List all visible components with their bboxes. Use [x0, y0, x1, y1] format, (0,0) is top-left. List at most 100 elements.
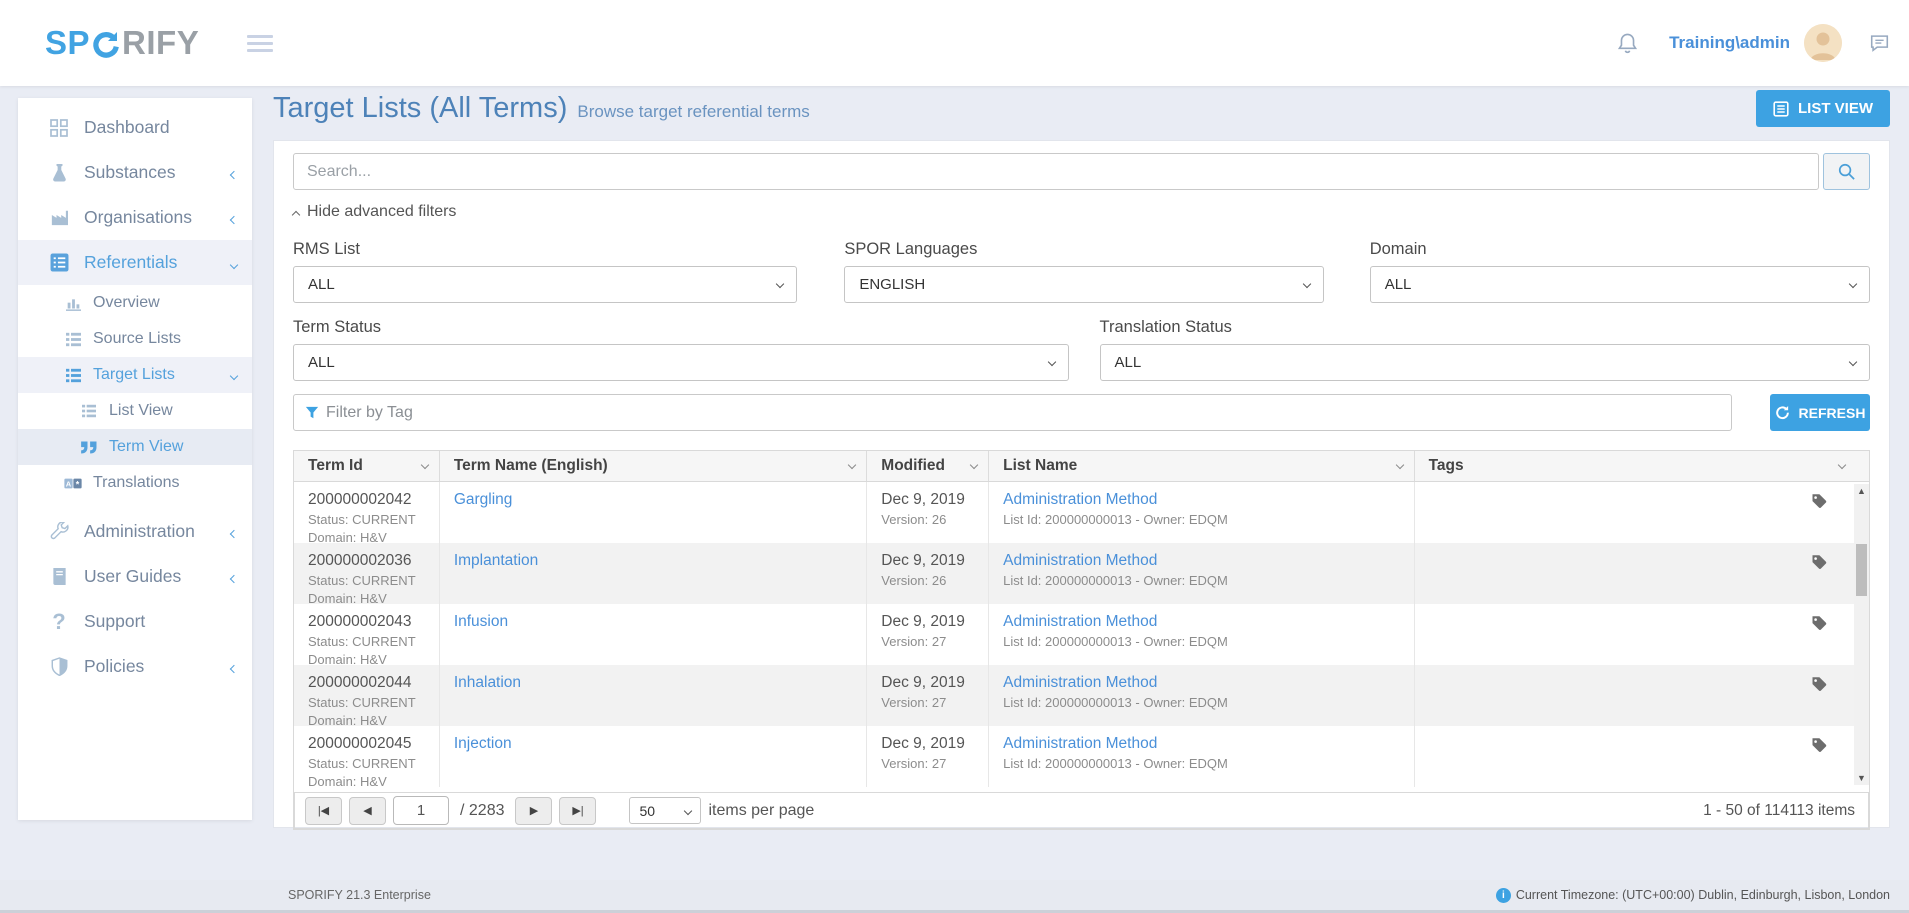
next-page-button[interactable]: ▶ [515, 797, 552, 825]
scroll-up-arrow[interactable]: ▲ [1854, 484, 1869, 498]
modified-date: Dec 9, 2019 [881, 491, 988, 509]
list-name-link[interactable]: Administration Method [1003, 552, 1157, 569]
first-page-button[interactable]: |◀ [305, 797, 342, 825]
user-menu[interactable]: Training\admin [1669, 33, 1790, 53]
tag-icon[interactable] [1811, 493, 1827, 543]
column-header-term-name[interactable]: Term Name (English) [440, 451, 867, 481]
term-status: Status: CURRENT [308, 695, 439, 710]
modified-date: Dec 9, 2019 [881, 552, 988, 570]
search-button[interactable] [1823, 153, 1870, 190]
term-status-select[interactable]: ALL [293, 344, 1069, 381]
list-name-link[interactable]: Administration Method [1003, 613, 1157, 630]
top-bar: SP RIFY Training\admin [0, 0, 1909, 86]
tag-icon[interactable] [1811, 554, 1827, 604]
sidebar-item-term-view[interactable]: Term View [18, 429, 252, 465]
chevron-down-icon [231, 252, 237, 273]
term-id: 200000002043 [308, 613, 439, 631]
page-number-input[interactable] [393, 796, 449, 825]
version: Version: 26 [881, 573, 988, 588]
scrollbar-thumb[interactable] [1856, 544, 1867, 596]
sidebar-item-policies[interactable]: Policies [18, 644, 252, 689]
hide-advanced-filters-toggle[interactable]: Hide advanced filters [293, 203, 456, 221]
table-scrollbar[interactable]: ▲ ▼ [1854, 484, 1869, 785]
rms-list-select[interactable]: ALL [293, 266, 797, 303]
column-header-modified[interactable]: Modified [867, 451, 989, 481]
translation-status-select[interactable]: ALL [1100, 344, 1871, 381]
app-version: SPORIFY 21.3 Enterprise [288, 888, 431, 902]
column-header-tags[interactable]: Tags [1415, 451, 1869, 481]
term-id: 200000002045 [308, 735, 439, 753]
sidebar-label: Source Lists [93, 330, 181, 348]
sidebar-label: Organisations [84, 207, 192, 228]
list-icon [80, 404, 98, 418]
spor-languages-select[interactable]: ENGLISH [844, 266, 1323, 303]
chevron-down-icon [231, 366, 237, 384]
term-name-link[interactable]: Implantation [454, 552, 538, 569]
sidebar-label: Support [84, 611, 145, 632]
domain-select[interactable]: ALL [1370, 266, 1870, 303]
column-header-term-id[interactable]: Term Id [294, 451, 440, 481]
chevron-down-icon [1849, 358, 1857, 366]
sidebar-label: Administration [84, 521, 195, 542]
chevron-down-icon [1302, 280, 1310, 288]
list-name-link[interactable]: Administration Method [1003, 674, 1157, 691]
notifications-bell-icon[interactable] [1616, 31, 1639, 56]
tag-icon[interactable] [1811, 737, 1827, 787]
version: Version: 27 [881, 756, 988, 771]
referentials-list-icon [48, 253, 70, 272]
term-status: Status: CURRENT [308, 756, 439, 771]
filter-by-tag-input[interactable] [326, 404, 1720, 422]
sidebar-label: Substances [84, 162, 175, 183]
sidebar-item-translations[interactable]: A * Translations [18, 465, 252, 501]
sidebar-item-administration[interactable]: Administration [18, 509, 252, 554]
term-id: 200000002036 [308, 552, 439, 570]
tag-icon[interactable] [1811, 676, 1827, 726]
sidebar-item-organisations[interactable]: Organisations [18, 195, 252, 240]
chevron-down-icon [1838, 461, 1846, 469]
term-name-link[interactable]: Gargling [454, 491, 513, 508]
timezone-label: Current Timezone: (UTC+00:00) Dublin, Ed… [1516, 888, 1890, 902]
main-panel: Hide advanced filters RMS List ALL SPOR … [273, 140, 1890, 828]
page-size-select[interactable]: 50 [629, 797, 701, 824]
table-row: 200000002042 Status: CURRENT Domain: H&V… [294, 482, 1869, 543]
list-view-button[interactable]: LIST VIEW [1756, 90, 1890, 127]
previous-page-button[interactable]: ◀ [349, 797, 386, 825]
tag-icon[interactable] [1811, 615, 1827, 665]
term-name-link[interactable]: Infusion [454, 613, 508, 630]
translation-status-label: Translation Status [1100, 318, 1871, 337]
sidebar-item-dashboard[interactable]: Dashboard [18, 105, 252, 150]
scroll-down-arrow[interactable]: ▼ [1854, 771, 1869, 785]
list-info: List Id: 200000000013 - Owner: EDQM [1003, 695, 1413, 710]
chat-icon[interactable] [1868, 32, 1891, 54]
sidebar-item-referentials[interactable]: Referentials [18, 240, 252, 285]
sidebar-label: Dashboard [84, 117, 170, 138]
sidebar-item-substances[interactable]: Substances [18, 150, 252, 195]
chevron-down-icon [848, 461, 856, 469]
list-info: List Id: 200000000013 - Owner: EDQM [1003, 756, 1413, 771]
menu-toggle-icon[interactable] [247, 31, 273, 56]
sidebar-item-list-view[interactable]: List View [18, 393, 252, 429]
term-name-link[interactable]: Injection [454, 735, 512, 752]
chevron-down-icon [776, 280, 784, 288]
version: Version: 27 [881, 634, 988, 649]
sidebar-item-support[interactable]: ? Support [18, 599, 252, 644]
version: Version: 27 [881, 695, 988, 710]
app-logo[interactable]: SP RIFY [45, 24, 199, 62]
sidebar-item-overview[interactable]: Overview [18, 285, 252, 321]
list-name-link[interactable]: Administration Method [1003, 491, 1157, 508]
filter-icon [305, 405, 319, 420]
terms-grid: Term Id Term Name (English) Modified Lis… [293, 450, 1870, 830]
search-input[interactable] [293, 153, 1819, 190]
modified-date: Dec 9, 2019 [881, 735, 988, 753]
avatar[interactable] [1804, 24, 1842, 62]
sidebar-item-target-lists[interactable]: Target Lists [18, 357, 252, 393]
sidebar-item-user-guides[interactable]: User Guides [18, 554, 252, 599]
last-page-button[interactable]: ▶| [559, 797, 596, 825]
term-name-link[interactable]: Inhalation [454, 674, 521, 691]
refresh-button[interactable]: REFRESH [1770, 394, 1870, 431]
sidebar-item-source-lists[interactable]: Source Lists [18, 321, 252, 357]
column-header-list-name[interactable]: List Name [989, 451, 1414, 481]
term-domain: Domain: H&V [308, 774, 439, 789]
question-mark-icon: ? [48, 609, 70, 635]
list-name-link[interactable]: Administration Method [1003, 735, 1157, 752]
